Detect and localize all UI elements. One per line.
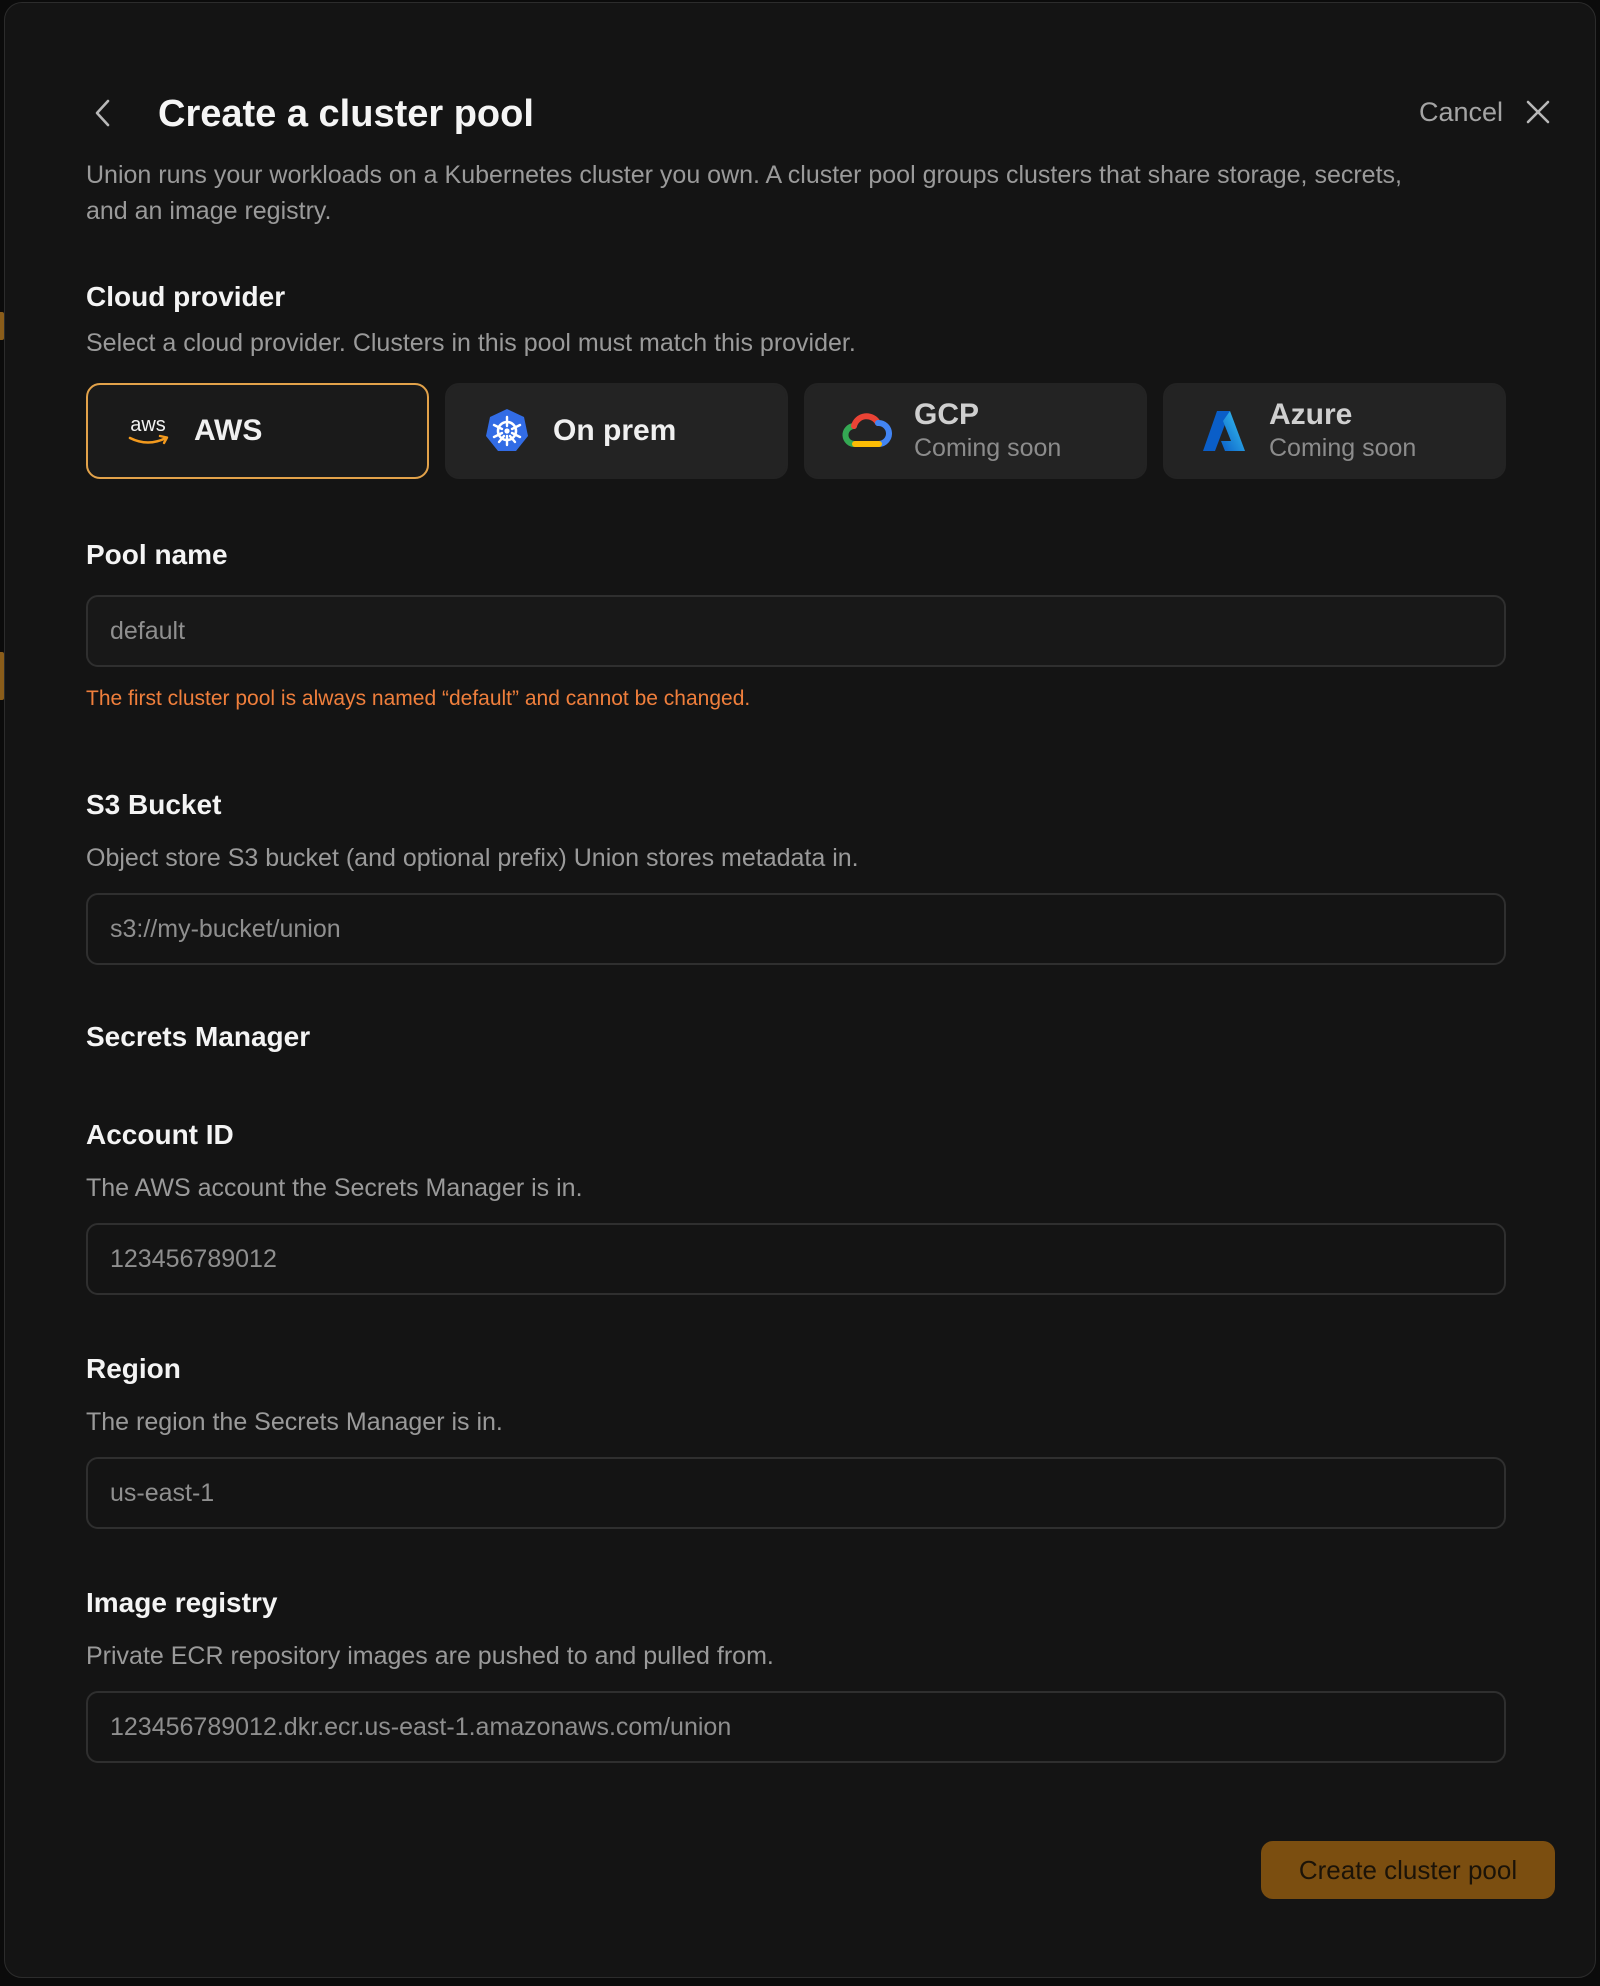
cancel-button[interactable]: Cancel (1419, 97, 1503, 128)
provider-text: Azure Coming soon (1269, 398, 1416, 464)
provider-name: Azure (1269, 398, 1353, 431)
pool-name-input[interactable] (86, 595, 1506, 667)
intro-text: Union runs your workloads on a Kubernete… (86, 161, 1402, 225)
provider-option-gcp[interactable]: GCP Coming soon (804, 383, 1147, 479)
image-registry-label: Image registry (86, 1587, 278, 1618)
account-id-label: Account ID (86, 1119, 234, 1150)
pool-name-warning: The first cluster pool is always named “… (86, 687, 751, 710)
provider-option-on-prem[interactable]: On prem (445, 383, 788, 479)
provider-text: GCP Coming soon (914, 398, 1061, 464)
page-title: Create a cluster pool (158, 93, 534, 135)
secrets-manager-heading: Secrets Manager (86, 1021, 311, 1052)
provider-option-aws[interactable]: aws AWS (86, 383, 429, 479)
provider-name: On prem (553, 414, 677, 447)
chevron-left-icon (95, 99, 110, 127)
cloud-provider-label: Cloud provider (86, 281, 286, 312)
close-icon (1526, 100, 1550, 124)
google-cloud-icon (842, 413, 892, 447)
region-description: The region the Secrets Manager is in. (86, 1408, 503, 1436)
create-cluster-pool-dialog: Create a cluster pool Cancel Union runs … (4, 2, 1596, 1978)
provider-text: AWS (194, 414, 262, 448)
pool-name-label: Pool name (86, 539, 228, 570)
account-id-input[interactable] (86, 1223, 1506, 1295)
s3-bucket-input[interactable] (86, 893, 1506, 965)
back-button[interactable] (85, 95, 121, 131)
svg-text:aws: aws (130, 414, 166, 436)
account-id-description: The AWS account the Secrets Manager is i… (86, 1174, 583, 1202)
provider-selector: aws AWS On prem GCP Coming soon Azure Co… (86, 383, 1506, 479)
cloud-provider-description: Select a cloud provider. Clusters in thi… (86, 329, 856, 357)
provider-name: AWS (194, 414, 263, 447)
image-registry-input[interactable] (86, 1691, 1506, 1763)
image-registry-description: Private ECR repository images are pushed… (86, 1642, 774, 1670)
region-input[interactable] (86, 1457, 1506, 1529)
region-label: Region (86, 1353, 181, 1384)
close-button[interactable] (1521, 95, 1555, 129)
azure-icon (1203, 411, 1245, 451)
provider-subtitle: Coming soon (1269, 434, 1417, 462)
provider-name: GCP (914, 398, 980, 431)
provider-subtitle: Coming soon (914, 434, 1062, 462)
s3-bucket-description: Object store S3 bucket (and optional pre… (86, 844, 859, 872)
s3-bucket-label: S3 Bucket (86, 789, 222, 820)
provider-text: On prem (553, 414, 676, 448)
cancel-controls: Cancel (1419, 95, 1555, 129)
provider-option-azure[interactable]: Azure Coming soon (1163, 383, 1506, 479)
create-cluster-pool-button[interactable]: Create cluster pool (1261, 1841, 1555, 1899)
aws-logo-icon: aws (128, 414, 169, 445)
kubernetes-icon (486, 409, 528, 451)
